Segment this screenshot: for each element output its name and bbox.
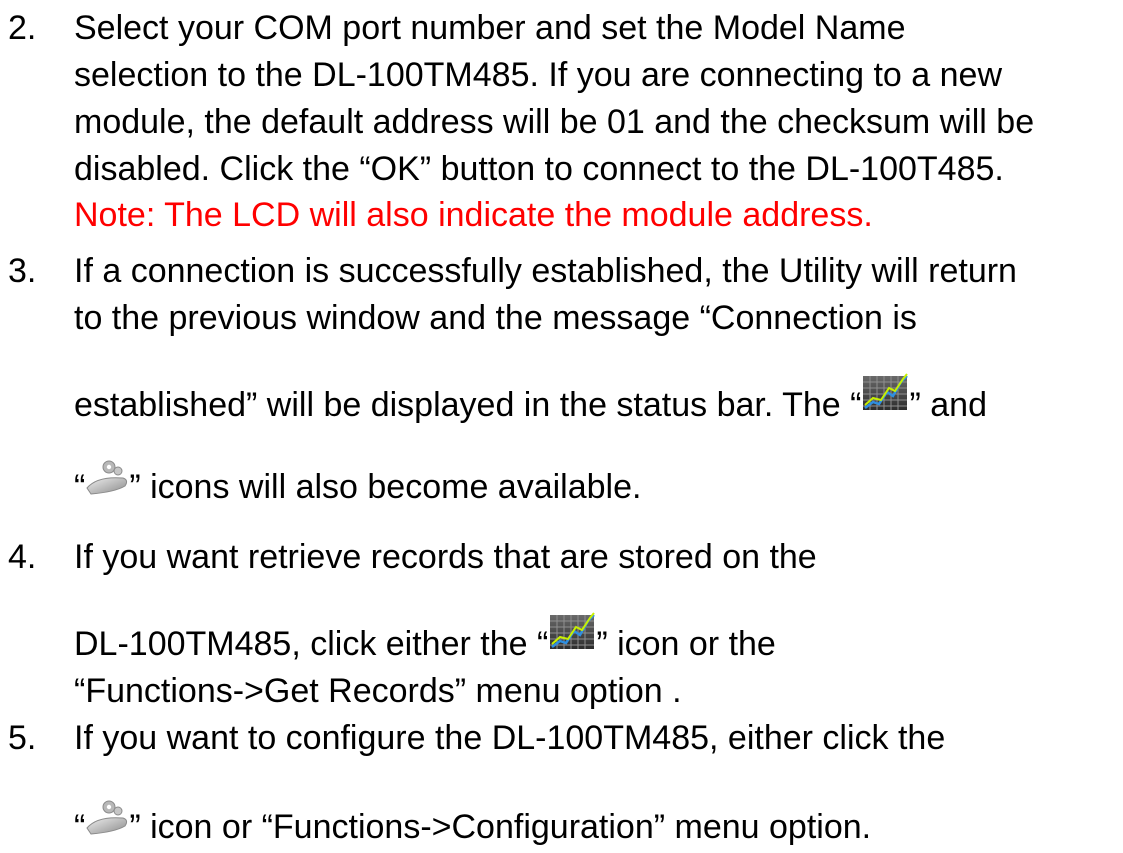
text-segment: ” icons will also become available. xyxy=(129,468,642,506)
step-number: 4. xyxy=(8,538,37,576)
step-text-line: If you want to configure the DL-100TM485… xyxy=(74,719,946,757)
gear-wrench-icon xyxy=(85,458,129,496)
gear-wrench-icon xyxy=(85,798,129,836)
text-segment: “ xyxy=(74,468,86,506)
chart-grid-icon xyxy=(861,372,909,412)
step-text-line: Select your COM port number and set the … xyxy=(74,9,906,47)
text-segment: ” icon or the xyxy=(596,625,776,663)
text-segment: ” icon or “Functions->Configuration” men… xyxy=(129,808,872,846)
step-text-line: selection to the DL-100TM485. If you are… xyxy=(74,56,1002,94)
step-number: 3. xyxy=(8,252,37,290)
step-text-line: module, the default address will be 01 a… xyxy=(74,103,1035,141)
step-text-line: “ ” icon or “Functions->Configuration” m… xyxy=(74,800,871,847)
step-text-line: established” will be displayed in the st… xyxy=(74,373,987,425)
step-text-line: DL-100TM485, click either the “ ” icon o… xyxy=(74,612,776,664)
text-segment: ” and xyxy=(909,386,987,424)
step-text-line: If you want retrieve records that are st… xyxy=(74,538,817,576)
step-text-line: “ ” icons will also become available. xyxy=(74,460,641,507)
text-segment: established” will be displayed in the st… xyxy=(74,386,862,424)
step-number: 5. xyxy=(8,719,37,757)
text-segment: “ xyxy=(74,808,86,846)
step-text-line: If a connection is successfully establis… xyxy=(74,252,1017,290)
note-text: Note: The LCD will also indicate the mod… xyxy=(74,196,873,234)
chart-grid-icon xyxy=(548,611,596,651)
step-text-line: disabled. Click the “OK” button to conne… xyxy=(74,150,1004,188)
step-text-line: “Functions->Get Records” menu option . xyxy=(74,672,682,710)
text-segment: DL-100TM485, click either the “ xyxy=(74,625,549,663)
step-number: 2. xyxy=(8,9,37,47)
step-text-line: to the previous window and the message “… xyxy=(74,299,917,337)
